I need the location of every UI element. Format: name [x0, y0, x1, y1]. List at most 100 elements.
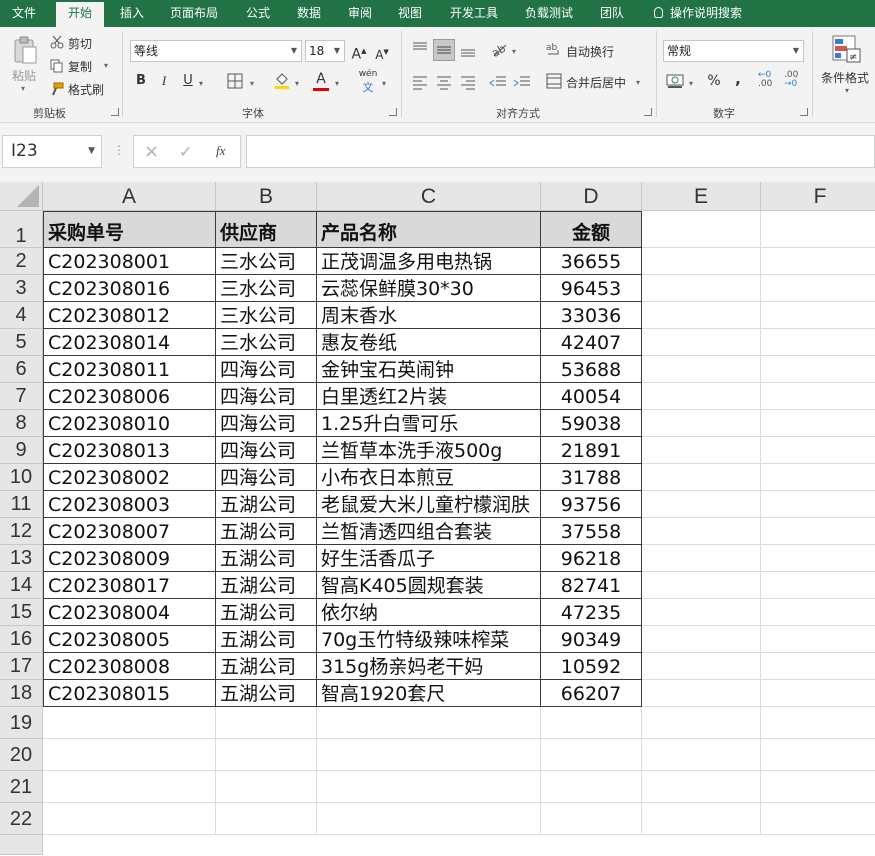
empty-cell[interactable] — [642, 437, 761, 464]
empty-cell[interactable] — [541, 771, 642, 803]
tab-load-test[interactable]: 负载测试 — [525, 0, 573, 27]
empty-cell[interactable] — [642, 491, 761, 518]
increase-indent-icon[interactable] — [512, 72, 532, 92]
table-cell[interactable]: C202308013 — [43, 437, 216, 464]
table-cell[interactable]: C202308003 — [43, 491, 216, 518]
empty-cell[interactable] — [317, 739, 541, 771]
percent-button[interactable]: % — [704, 71, 724, 91]
italic-button[interactable]: I — [154, 71, 174, 91]
empty-cell[interactable] — [761, 302, 875, 329]
table-cell[interactable]: C202308010 — [43, 410, 216, 437]
font-name-combo[interactable]: 等线 ▼ — [130, 40, 302, 62]
table-cell[interactable]: C202308006 — [43, 383, 216, 410]
empty-cell[interactable] — [541, 739, 642, 771]
table-cell[interactable]: 智高1920套尺 — [317, 680, 541, 707]
table-cell[interactable]: 智高K405圆规套装 — [317, 572, 541, 599]
paste-icon[interactable] — [12, 35, 38, 65]
row-header-16[interactable]: 16 — [0, 626, 43, 653]
empty-cell[interactable] — [761, 680, 875, 707]
table-cell[interactable]: 96218 — [541, 545, 642, 572]
empty-cell[interactable] — [216, 707, 317, 739]
table-cell[interactable]: C202308015 — [43, 680, 216, 707]
empty-cell[interactable] — [642, 302, 761, 329]
empty-cell[interactable] — [761, 275, 875, 302]
table-cell[interactable]: C202308007 — [43, 518, 216, 545]
table-cell[interactable]: 五湖公司 — [216, 545, 317, 572]
row-header-2[interactable]: 2 — [0, 248, 43, 275]
empty-cell[interactable] — [761, 518, 875, 545]
table-cell[interactable]: 31788 — [541, 464, 642, 491]
table-cell[interactable]: 47235 — [541, 599, 642, 626]
row-header-15[interactable]: 15 — [0, 599, 43, 626]
empty-cell[interactable] — [761, 329, 875, 356]
tab-developer[interactable]: 开发工具 — [450, 0, 498, 27]
column-header-a[interactable]: A — [43, 182, 216, 211]
row-header-14[interactable]: 14 — [0, 572, 43, 599]
empty-cell[interactable] — [642, 572, 761, 599]
empty-cell[interactable] — [761, 491, 875, 518]
conditional-formatting-icon[interactable]: ≠ — [832, 35, 862, 65]
font-color-dropdown[interactable]: ▾ — [335, 79, 339, 88]
empty-cell[interactable] — [642, 771, 761, 803]
table-cell[interactable]: 五湖公司 — [216, 491, 317, 518]
tab-view[interactable]: 视图 — [398, 0, 422, 27]
row-header-13[interactable]: 13 — [0, 545, 43, 572]
underline-button[interactable]: U — [178, 71, 198, 91]
wrap-text-button[interactable]: 自动换行 — [566, 43, 614, 60]
empty-cell[interactable] — [642, 803, 761, 835]
decrease-indent-icon[interactable] — [488, 72, 508, 92]
row-header-20[interactable]: 20 — [0, 739, 43, 771]
empty-cell[interactable] — [317, 707, 541, 739]
table-cell[interactable]: 惠友卷纸 — [317, 329, 541, 356]
table-cell[interactable]: 四海公司 — [216, 383, 317, 410]
table-cell[interactable]: 五湖公司 — [216, 626, 317, 653]
increase-decimal-icon[interactable]: ←0.00 — [758, 71, 780, 93]
row-header-3[interactable]: 3 — [0, 275, 43, 302]
empty-cell[interactable] — [43, 739, 216, 771]
table-cell[interactable]: 37558 — [541, 518, 642, 545]
empty-cell[interactable] — [761, 437, 875, 464]
column-header-c[interactable]: C — [317, 182, 541, 211]
table-cell[interactable]: 五湖公司 — [216, 572, 317, 599]
table-cell[interactable]: 66207 — [541, 680, 642, 707]
table-cell[interactable]: 90349 — [541, 626, 642, 653]
table-cell[interactable]: 93756 — [541, 491, 642, 518]
empty-cell[interactable] — [761, 410, 875, 437]
row-header-7[interactable]: 7 — [0, 383, 43, 410]
number-format-combo[interactable]: 常规 ▼ — [663, 40, 804, 62]
table-header-cell[interactable]: 采购单号 — [43, 211, 216, 248]
empty-cell[interactable] — [761, 545, 875, 572]
tab-formulas[interactable]: 公式 — [246, 0, 270, 27]
table-cell[interactable]: 云蕊保鲜膜30*30 — [317, 275, 541, 302]
empty-cell[interactable] — [642, 383, 761, 410]
conditional-formatting-button[interactable]: 条件格式 — [821, 69, 869, 86]
row-header-1[interactable]: 1 — [0, 211, 43, 248]
row-header-18[interactable]: 18 — [0, 680, 43, 707]
table-header-cell[interactable]: 金额 — [541, 211, 642, 248]
empty-cell[interactable] — [761, 707, 875, 739]
empty-cell[interactable] — [216, 771, 317, 803]
table-cell[interactable]: 10592 — [541, 653, 642, 680]
table-cell[interactable]: 三水公司 — [216, 302, 317, 329]
table-cell[interactable]: C202308017 — [43, 572, 216, 599]
formula-input[interactable] — [246, 135, 875, 168]
table-cell[interactable]: C202308009 — [43, 545, 216, 572]
table-cell[interactable]: 正茂调温多用电热锅 — [317, 248, 541, 275]
empty-cell[interactable] — [642, 518, 761, 545]
table-cell[interactable]: 四海公司 — [216, 410, 317, 437]
copy-dropdown[interactable]: ▾ — [104, 61, 108, 70]
empty-cell[interactable] — [642, 275, 761, 302]
table-cell[interactable]: 兰皙清透四组合套装 — [317, 518, 541, 545]
decrease-decimal-icon[interactable]: .00 →0 — [784, 71, 806, 93]
empty-cell[interactable] — [642, 410, 761, 437]
table-cell[interactable]: 36655 — [541, 248, 642, 275]
empty-cell[interactable] — [317, 803, 541, 835]
empty-cell[interactable] — [43, 771, 216, 803]
align-bottom-icon[interactable] — [458, 39, 478, 59]
table-cell[interactable]: 兰皙草本洗手液500g — [317, 437, 541, 464]
row-header-19[interactable]: 19 — [0, 707, 43, 739]
empty-cell[interactable] — [642, 653, 761, 680]
fill-color-icon[interactable] — [273, 72, 291, 90]
empty-cell[interactable] — [317, 771, 541, 803]
tab-file[interactable]: 文件 — [12, 0, 36, 27]
